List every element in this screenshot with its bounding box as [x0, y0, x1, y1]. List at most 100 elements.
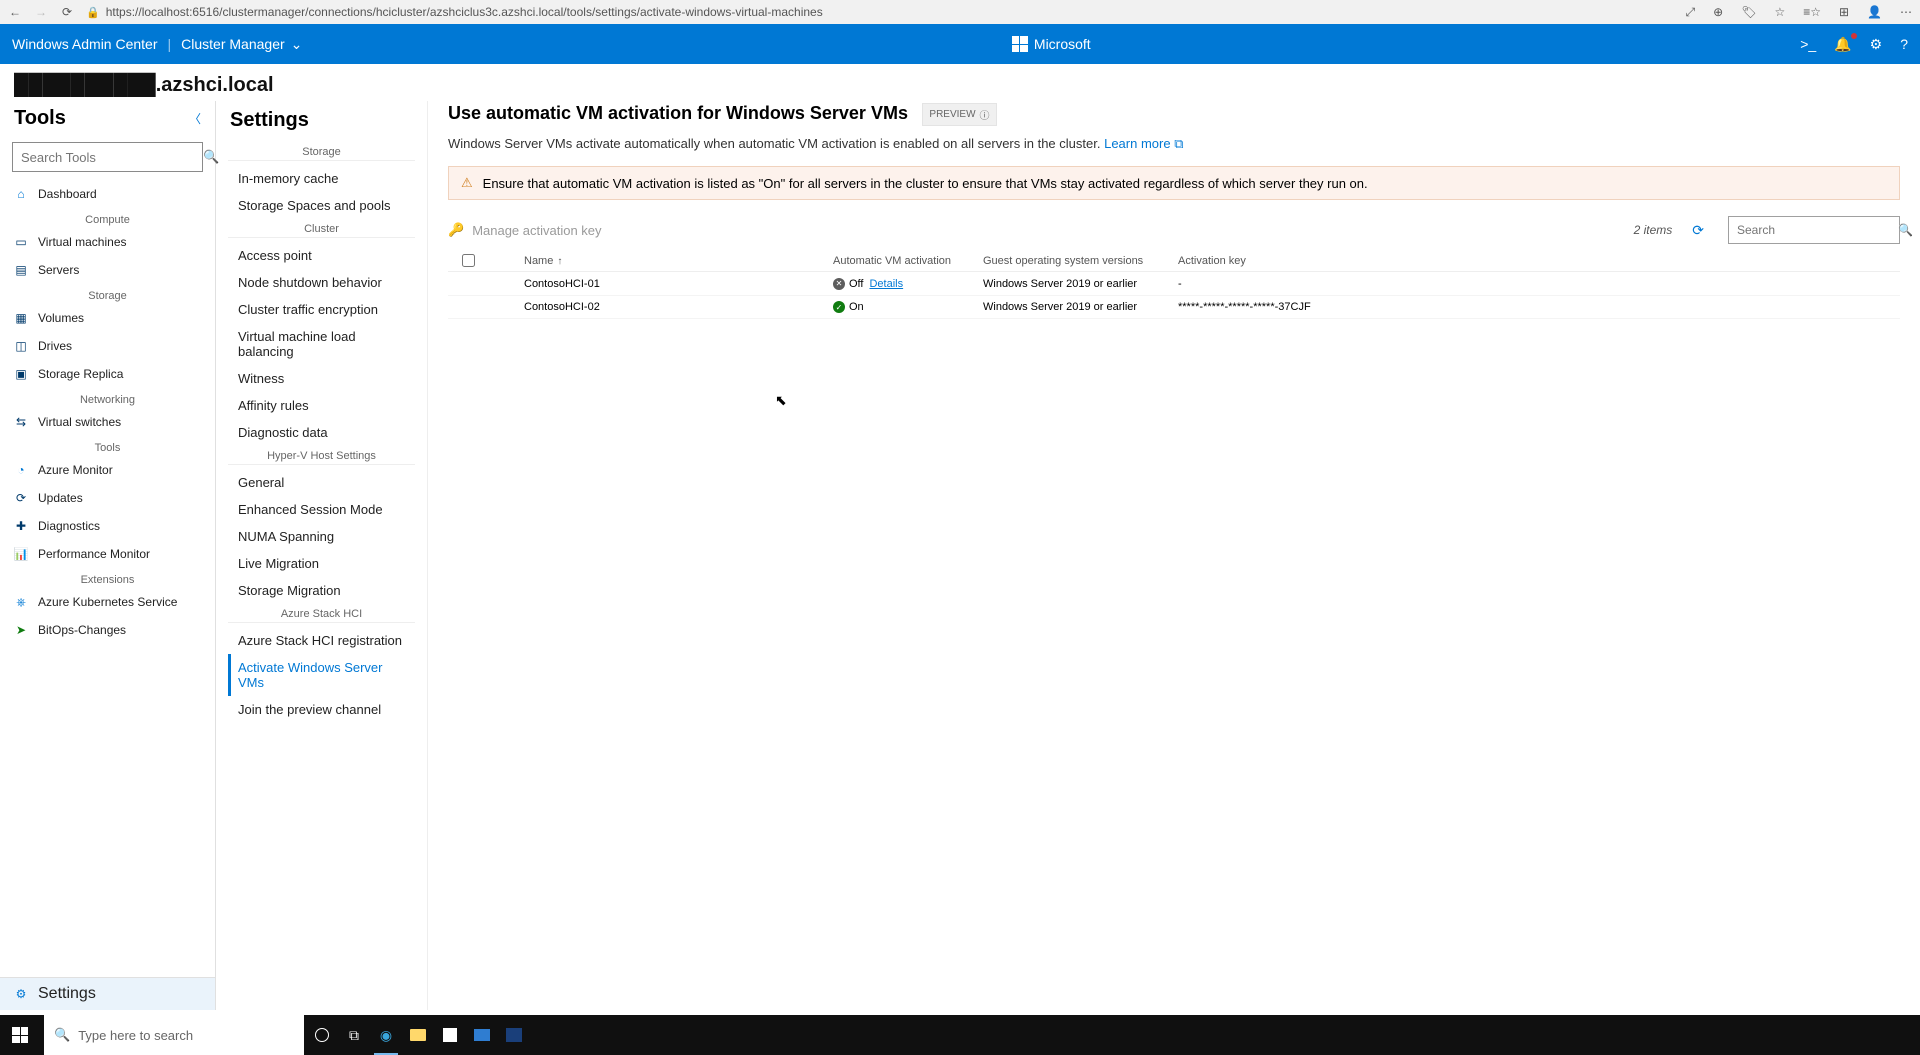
select-all-checkbox[interactable] [462, 254, 475, 267]
servers-grid: Name↑ Automatic VM activation Guest oper… [448, 250, 1900, 319]
cortana-button[interactable] [308, 1015, 336, 1055]
refresh-button[interactable]: ⟳ [60, 5, 74, 19]
page-title: Use automatic VM activation for Windows … [448, 103, 908, 124]
help-icon[interactable]: ? [1900, 36, 1908, 52]
task-view-button[interactable]: ⧉ [340, 1015, 368, 1055]
favorites-bar-icon[interactable]: ≡☆ [1803, 5, 1821, 19]
settings-group-hyperv: Hyper-V Host Settings [228, 446, 415, 465]
back-button[interactable]: ← [8, 5, 22, 19]
taskbar-search[interactable]: 🔍 Type here to search [44, 1015, 304, 1055]
sidebar-item-virtual-switches[interactable]: ⇆Virtual switches [0, 408, 215, 436]
start-button[interactable] [0, 1015, 40, 1055]
tools-title: Tools [14, 107, 66, 130]
settings-item-enhanced[interactable]: Enhanced Session Mode [216, 496, 427, 523]
sidebar-item-vms[interactable]: ▭Virtual machines [0, 228, 215, 256]
cell-key: - [1178, 278, 1378, 290]
table-row[interactable]: ContosoHCI-02 ✓ On Windows Server 2019 o… [448, 296, 1900, 320]
settings-nav: Settings Storage In-memory cache Storage… [216, 101, 428, 1010]
taskbar: 🔍 Type here to search ⧉ ◉ [0, 1015, 1920, 1055]
settings-item-traffic-enc[interactable]: Cluster traffic encryption [216, 296, 427, 323]
settings-item-access-point[interactable]: Access point [216, 242, 427, 269]
column-os[interactable]: Guest operating system versions [983, 255, 1178, 267]
tools-search[interactable]: 🔍 [12, 142, 203, 172]
cluster-manager-dropdown[interactable]: Cluster Manager ⌄ [181, 36, 302, 53]
settings-item-azreg[interactable]: Azure Stack HCI registration [216, 627, 427, 654]
settings-group-cluster: Cluster [228, 219, 415, 238]
taskbar-edge[interactable]: ◉ [372, 1015, 400, 1055]
tools-sidebar: Tools 〈 🔍 ⌂Dashboard Compute ▭Virtual ma… [0, 101, 216, 1010]
taskbar-powershell[interactable] [500, 1015, 528, 1055]
table-row[interactable]: ContosoHCI-01 ✕ Off Details Windows Serv… [448, 272, 1900, 296]
column-activation[interactable]: Automatic VM activation [833, 255, 983, 267]
settings-item-inmem[interactable]: In-memory cache [216, 165, 427, 192]
lock-icon: 🔒 [86, 6, 100, 19]
settings-item-affinity[interactable]: Affinity rules [216, 392, 427, 419]
tools-search-input[interactable] [21, 150, 197, 165]
taskbar-mail[interactable] [468, 1015, 496, 1055]
settings-item-numa[interactable]: NUMA Spanning [216, 523, 427, 550]
collections-icon[interactable]: ⊞ [1839, 5, 1849, 19]
grid-search[interactable]: 🔍 [1728, 216, 1900, 244]
notifications-icon[interactable]: 🔔 [1834, 36, 1851, 53]
settings-item-node-shutdown[interactable]: Node shutdown behavior [216, 269, 427, 296]
sidebar-item-volumes[interactable]: ▦Volumes [0, 304, 215, 332]
sidebar-item-bitops[interactable]: ➤BitOps-Changes [0, 616, 215, 644]
taskbar-explorer[interactable] [404, 1015, 432, 1055]
settings-item-pools[interactable]: Storage Spaces and pools [216, 192, 427, 219]
profile-icon[interactable]: 👤 [1867, 5, 1882, 19]
sidebar-item-perf-monitor[interactable]: 📊Performance Monitor [0, 540, 215, 568]
reading-icon[interactable]: ⤢ [1686, 5, 1696, 20]
settings-item-vm-load[interactable]: Virtual machine load balancing [216, 323, 427, 365]
vm-icon: ▭ [14, 235, 28, 249]
settings-item-storagemig[interactable]: Storage Migration [216, 577, 427, 604]
sidebar-item-dashboard[interactable]: ⌂Dashboard [0, 180, 215, 208]
manage-activation-key-button[interactable]: 🔑 Manage activation key [448, 222, 602, 238]
details-link[interactable]: Details [869, 278, 903, 290]
sidebar-item-settings[interactable]: ⚙Settings [0, 978, 215, 1010]
shopping-icon[interactable]: 🏷 [1741, 5, 1756, 19]
sidebar-item-updates[interactable]: ⟳Updates [0, 484, 215, 512]
console-icon[interactable]: >_ [1800, 36, 1816, 52]
check-icon: ✓ [833, 301, 845, 313]
grid-search-input[interactable] [1737, 223, 1892, 237]
cluster-name-row: ██████████.azshci.local [0, 64, 1920, 101]
learn-more-link[interactable]: Learn more ⧉ [1104, 136, 1183, 151]
settings-item-general[interactable]: General [216, 469, 427, 496]
tools-group-storage: Storage [0, 284, 215, 304]
favorite-icon[interactable]: ☆ [1774, 5, 1785, 19]
column-key[interactable]: Activation key [1178, 255, 1378, 267]
url-text: https://localhost:6516/clustermanager/co… [106, 5, 823, 19]
tools-group-networking: Networking [0, 388, 215, 408]
sidebar-item-servers[interactable]: ▤Servers [0, 256, 215, 284]
address-bar[interactable]: 🔒 https://localhost:6516/clustermanager/… [86, 5, 1674, 19]
volumes-icon: ▦ [14, 311, 28, 325]
sidebar-item-aks[interactable]: ⎈Azure Kubernetes Service [0, 588, 215, 616]
zoom-icon[interactable]: ⊕ [1713, 5, 1723, 19]
sidebar-item-diagnostics[interactable]: ✚Diagnostics [0, 512, 215, 540]
settings-item-diag[interactable]: Diagnostic data [216, 419, 427, 446]
server-icon: ▤ [14, 263, 28, 277]
perf-icon: 📊 [14, 547, 28, 561]
column-name[interactable]: Name↑ [488, 255, 833, 267]
azure-monitor-icon: ◔ [14, 463, 28, 477]
settings-item-livemig[interactable]: Live Migration [216, 550, 427, 577]
sidebar-item-storage-replica[interactable]: ▣Storage Replica [0, 360, 215, 388]
settings-icon[interactable]: ⚙ [1870, 36, 1883, 53]
collapse-sidebar-button[interactable]: 〈 [189, 110, 201, 127]
settings-group-azurestack: Azure Stack HCI [228, 604, 415, 623]
sidebar-item-drives[interactable]: ◫Drives [0, 332, 215, 360]
more-icon[interactable]: ⋯ [1900, 5, 1912, 19]
refresh-grid-button[interactable]: ⟳ [1692, 222, 1704, 239]
wac-brand[interactable]: Windows Admin Center [12, 36, 158, 52]
forward-button[interactable]: → [34, 5, 48, 19]
sidebar-item-azure-monitor[interactable]: ◔Azure Monitor [0, 456, 215, 484]
settings-item-activate[interactable]: Activate Windows Server VMs [216, 654, 427, 696]
settings-item-preview-channel[interactable]: Join the preview channel [216, 696, 427, 723]
taskbar-store[interactable] [436, 1015, 464, 1055]
grid-header: Name↑ Automatic VM activation Guest oper… [448, 250, 1900, 272]
drives-icon: ◫ [14, 339, 28, 353]
switch-icon: ⇆ [14, 415, 28, 429]
topbar: Windows Admin Center | Cluster Manager ⌄… [0, 24, 1920, 64]
settings-group-storage: Storage [228, 142, 415, 161]
settings-item-witness[interactable]: Witness [216, 365, 427, 392]
